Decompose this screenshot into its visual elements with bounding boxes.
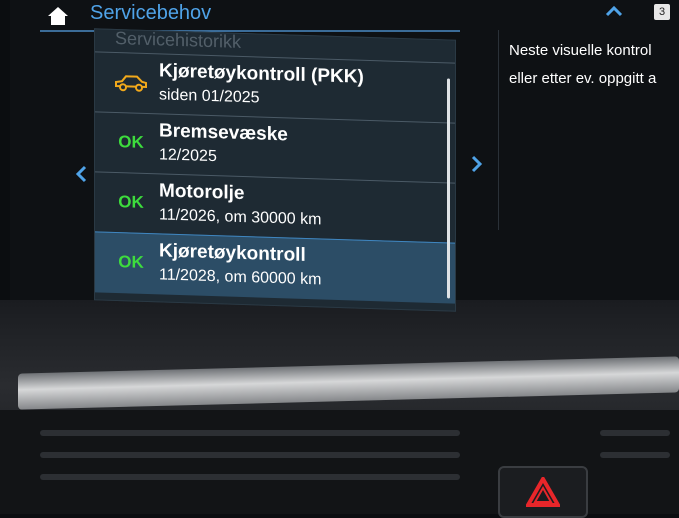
- vent-slat: [600, 452, 670, 458]
- item-subtitle: siden 01/2025: [159, 86, 260, 107]
- status-badge: OK: [111, 249, 151, 276]
- ok-status: OK: [118, 252, 144, 272]
- ok-status: OK: [118, 192, 144, 212]
- hazard-warning-icon: [526, 477, 560, 507]
- chevron-up-icon: [605, 5, 623, 17]
- top-bar: Servicebehov 3: [10, 0, 679, 32]
- home-icon: [48, 7, 68, 25]
- item-subtitle: 11/2028, om 60000 km: [159, 266, 322, 289]
- item-subtitle: 11/2026, om 30000 km: [159, 206, 322, 229]
- service-list: Servicehistorikk Kjøretøykontroll (PKK) …: [94, 27, 456, 312]
- chevron-left-icon: [75, 165, 87, 183]
- item-subtitle: 12/2025: [159, 146, 217, 166]
- ok-status: OK: [118, 132, 144, 152]
- home-button[interactable]: [38, 2, 78, 30]
- scrollbar[interactable]: [447, 78, 450, 299]
- hazard-button[interactable]: [498, 466, 588, 518]
- page-title: Servicebehov: [90, 2, 212, 24]
- scroll-up-button[interactable]: [602, 0, 626, 24]
- chevron-right-icon: [471, 155, 483, 173]
- item-title: Motorolje: [159, 180, 245, 205]
- status-badge: OK: [111, 189, 151, 216]
- vent-slat: [40, 474, 460, 480]
- list-item-selected[interactable]: OK Kjøretøykontroll 11/2028, om 60000 km: [95, 231, 455, 304]
- status-badge: OK: [111, 129, 151, 156]
- info-text: eller etter ev. oppgitt a: [509, 70, 657, 87]
- vent-slat: [40, 452, 460, 458]
- vent-slat: [600, 430, 670, 436]
- info-text: Neste visuelle kontrol: [509, 42, 652, 59]
- nav-left-button[interactable]: [72, 162, 92, 186]
- car-warning-icon: [115, 75, 147, 92]
- item-title: Kjøretøykontroll (PKK): [159, 60, 364, 88]
- vent-slat: [40, 430, 460, 436]
- infotainment-screen: Servicebehov 3 Servicehistorikk Kjøretøy…: [10, 0, 679, 312]
- item-title: Kjøretøykontroll: [159, 240, 306, 266]
- info-panel: Neste visuelle kontrol eller etter ev. o…: [498, 30, 679, 230]
- page-badge: 3: [654, 4, 670, 20]
- item-title: Bremsevæske: [159, 120, 288, 146]
- nav-right-button[interactable]: [466, 152, 486, 176]
- status-icon: [111, 69, 151, 96]
- list-item-partial: Servicehistorikk: [115, 27, 242, 52]
